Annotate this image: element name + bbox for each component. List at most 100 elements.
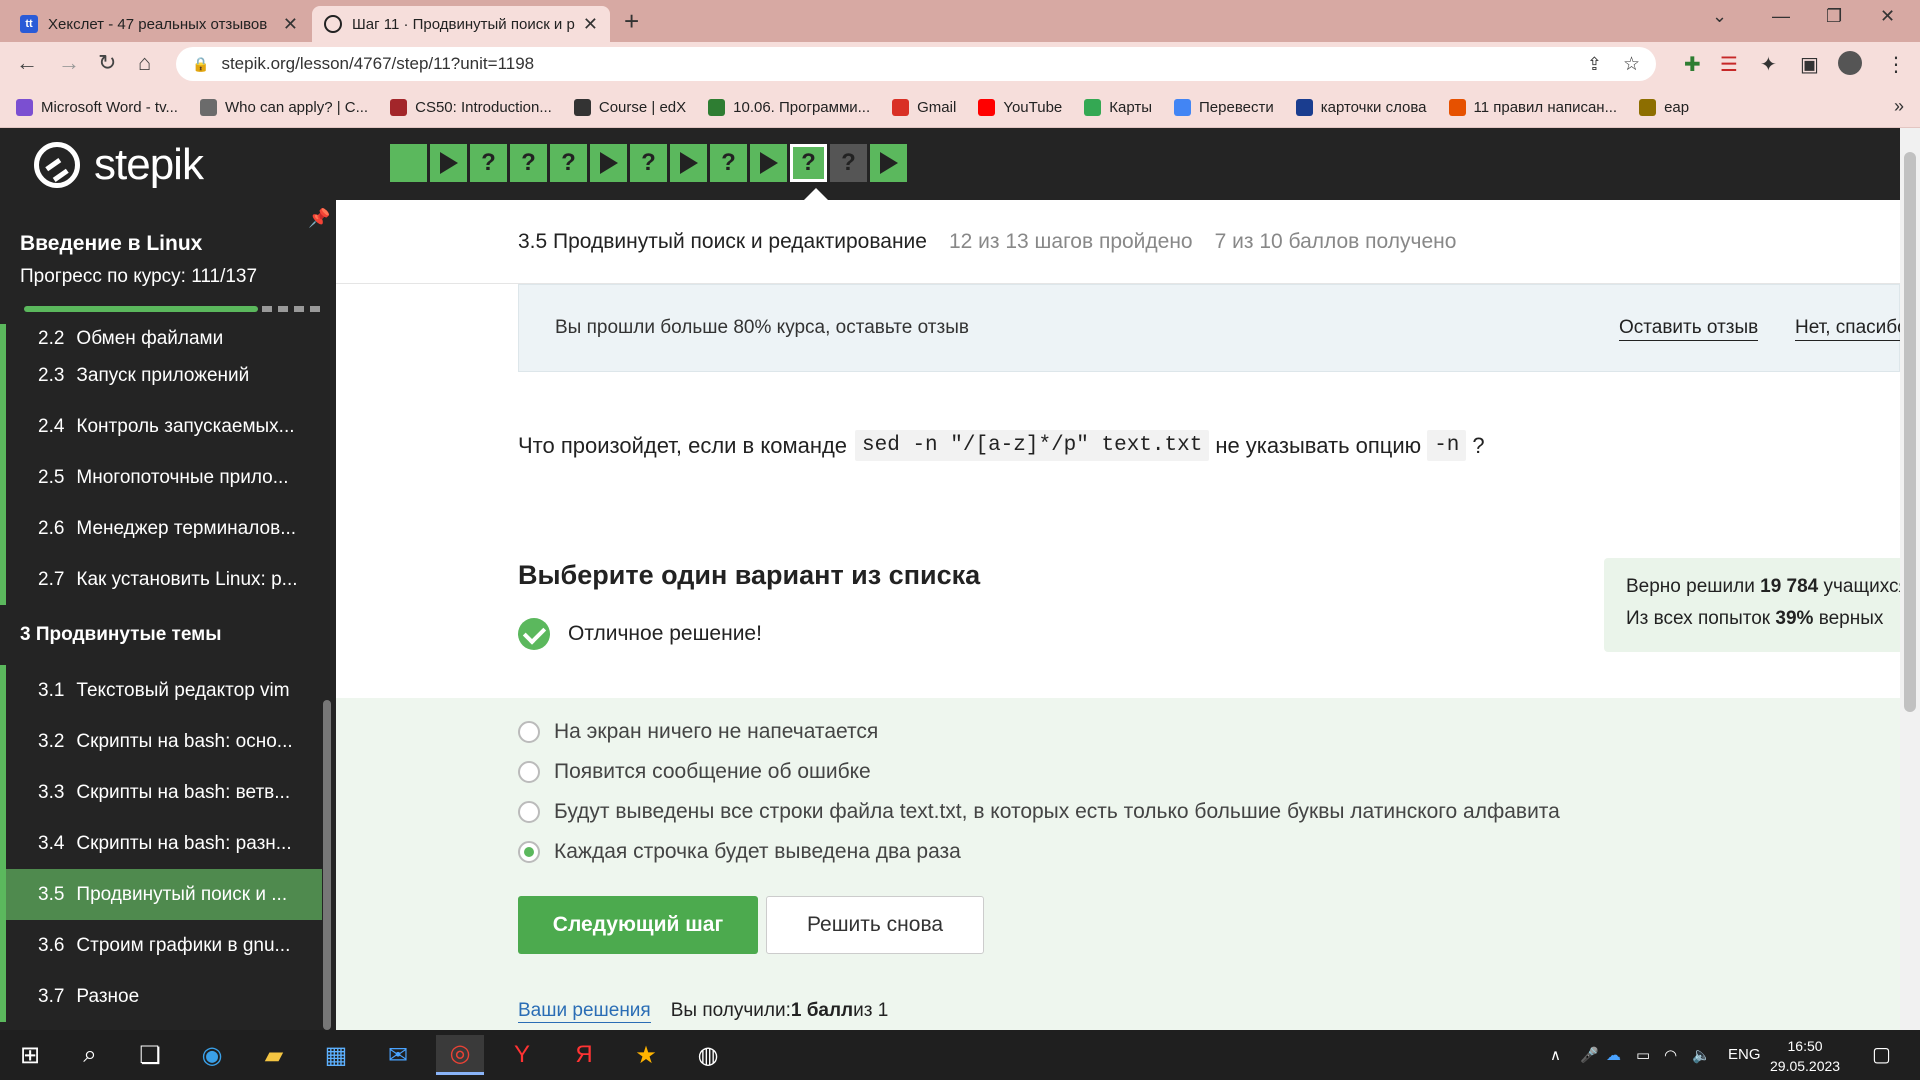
bookmark-item[interactable]: 10.06. Программи... xyxy=(708,99,870,116)
home-icon[interactable]: ⌂ xyxy=(138,50,151,76)
onedrive-icon[interactable]: ☁ xyxy=(1606,1046,1621,1064)
file-explorer-icon[interactable]: ▰ xyxy=(250,1035,298,1075)
sidebar-section-title[interactable]: 3 Продвинутые темы xyxy=(0,605,322,665)
side-panel-icon[interactable]: ▣ xyxy=(1800,52,1819,77)
bookmark-item[interactable]: Перевести xyxy=(1174,99,1274,116)
answer-option[interactable]: Каждая строчка будет выведена два раза xyxy=(518,840,961,864)
step-quiz-icon[interactable]: ? xyxy=(710,144,747,182)
chrome-icon[interactable]: ◎ xyxy=(436,1035,484,1075)
menu-dots-icon[interactable]: ⋮ xyxy=(1886,52,1906,77)
close-tab-icon[interactable]: ✕ xyxy=(583,14,598,35)
star-app-icon[interactable]: ★ xyxy=(622,1035,670,1075)
mail-icon[interactable]: ✉ xyxy=(374,1035,422,1075)
sidebar-item-lesson[interactable]: 2.6 Менеджер терминалов... xyxy=(0,503,322,554)
sidebar-item-lesson[interactable]: 2.4 Контроль запускаемых... xyxy=(0,401,322,452)
tab-hexlet[interactable]: tt Хекслет - 47 реальных отзывов ✕ xyxy=(8,6,310,42)
sidebar-scrollbar[interactable] xyxy=(323,700,331,1030)
back-arrow-icon[interactable]: ← xyxy=(16,50,38,76)
tray-chevron-icon[interactable]: ∧ xyxy=(1550,1046,1561,1064)
next-step-button[interactable]: Следующий шаг xyxy=(518,896,758,954)
tab-search-chevron-icon[interactable]: ⌄ xyxy=(1712,6,1727,27)
windows-start-icon[interactable]: ⊞ xyxy=(6,1035,54,1075)
radio-button[interactable] xyxy=(518,801,540,823)
answer-option[interactable]: На экран ничего не напечатается xyxy=(518,720,878,744)
store-icon[interactable]: ▦ xyxy=(312,1035,360,1075)
sidebar-item-lesson[interactable]: 3.3 Скрипты на bash: ветв... xyxy=(0,767,322,818)
radio-button[interactable] xyxy=(518,721,540,743)
step-quiz-icon[interactable]: ? xyxy=(550,144,587,182)
stepik-logo[interactable]: stepik xyxy=(34,140,204,190)
course-title[interactable]: Введение в Linux xyxy=(20,232,202,256)
bookmark-item[interactable]: YouTube xyxy=(978,99,1062,116)
tab-stepik[interactable]: Шаг 11 · Продвинутый поиск и р ✕ xyxy=(312,6,610,42)
step-video-icon[interactable] xyxy=(590,144,627,182)
share-icon[interactable]: ⇪ xyxy=(1587,54,1602,75)
task-view-icon[interactable]: ❏ xyxy=(126,1035,174,1075)
your-solutions-link[interactable]: Ваши решения xyxy=(518,1000,651,1023)
leave-review-link[interactable]: Оставить отзыв xyxy=(1619,317,1759,341)
restore-icon[interactable]: ❐ xyxy=(1826,6,1842,27)
yandex-icon[interactable]: Я xyxy=(560,1035,608,1075)
extension-translate-icon[interactable]: ☰ xyxy=(1720,52,1738,77)
forward-arrow-icon[interactable]: → xyxy=(58,50,80,76)
close-window-icon[interactable]: ✕ xyxy=(1880,6,1895,27)
pin-icon[interactable]: 📌 xyxy=(308,208,330,229)
wifi-icon[interactable]: ◠ xyxy=(1664,1046,1677,1064)
radio-button[interactable] xyxy=(518,841,540,863)
bookmark-item[interactable]: Карты xyxy=(1084,99,1152,116)
bookmark-item[interactable]: Who can apply? | C... xyxy=(199,99,368,116)
step-text-done[interactable] xyxy=(390,144,427,182)
new-tab-icon[interactable]: + xyxy=(624,6,639,37)
language-indicator[interactable]: ENG xyxy=(1728,1046,1761,1063)
no-thanks-link[interactable]: Нет, спасибо xyxy=(1795,317,1908,341)
extensions-puzzle-icon[interactable]: ✦ xyxy=(1760,52,1777,77)
bookmark-item[interactable]: CS50: Introduction... xyxy=(390,99,552,116)
sidebar-item-lesson[interactable]: 2.3 Запуск приложений xyxy=(0,350,322,401)
sidebar-item-lesson[interactable]: 2.5 Многопоточные прило... xyxy=(0,452,322,503)
step-video-icon[interactable] xyxy=(430,144,467,182)
bookmark-star-icon[interactable]: ☆ xyxy=(1623,53,1640,76)
sidebar-item-lesson[interactable]: 3.7 Разное xyxy=(0,971,322,1022)
clock[interactable]: 16:50 29.05.2023 xyxy=(1770,1036,1840,1076)
step-quiz-icon[interactable]: ? xyxy=(470,144,507,182)
yandex-browser-icon[interactable]: Y xyxy=(498,1035,546,1075)
minimize-icon[interactable]: — xyxy=(1772,6,1790,27)
url-field[interactable]: 🔒 stepik.org/lesson/4767/step/11?unit=11… xyxy=(176,47,1656,81)
profile-avatar[interactable] xyxy=(1838,51,1862,75)
stepik-app-icon[interactable]: ◍ xyxy=(684,1035,732,1075)
volume-icon[interactable]: 🔈 xyxy=(1692,1046,1711,1064)
answer-option[interactable]: Будут выведены все строки файла text.txt… xyxy=(518,800,1560,824)
step-quiz-icon[interactable]: ? xyxy=(630,144,667,182)
step-quiz-icon[interactable]: ? xyxy=(830,144,867,182)
step-quiz-icon[interactable]: ? xyxy=(790,144,827,182)
sidebar-item-lesson[interactable]: 3.4 Скрипты на bash: разн... xyxy=(0,818,322,869)
step-video-icon[interactable] xyxy=(750,144,787,182)
bookmark-item[interactable]: Microsoft Word - tv... xyxy=(16,99,178,116)
radio-button[interactable] xyxy=(518,761,540,783)
sidebar-item-lesson[interactable]: 3.1 Текстовый редактор vim xyxy=(0,665,322,716)
bookmarks-overflow-icon[interactable]: » xyxy=(1894,96,1904,117)
microphone-icon[interactable]: 🎤 xyxy=(1580,1046,1599,1064)
bookmark-item[interactable]: Course | edX xyxy=(573,99,686,116)
search-icon[interactable]: ⌕ xyxy=(66,1035,114,1075)
sidebar-item-lesson[interactable]: 2.2 Обмен файлами xyxy=(0,324,322,350)
bookmark-item[interactable]: 11 правил написан... xyxy=(1448,99,1617,116)
bookmark-item[interactable]: карточки слова xyxy=(1295,99,1427,116)
solve-again-button[interactable]: Решить снова xyxy=(766,896,984,954)
extension-plus-icon[interactable]: ✚ xyxy=(1684,52,1701,77)
answer-option[interactable]: Появится сообщение об ошибке xyxy=(518,760,871,784)
edge-icon[interactable]: ◉ xyxy=(188,1035,236,1075)
step-quiz-icon[interactable]: ? xyxy=(510,144,547,182)
sidebar-item-lesson[interactable]: 2.7 Как установить Linux: р... xyxy=(0,554,322,605)
page-scrollbar[interactable] xyxy=(1900,128,1920,1030)
close-tab-icon[interactable]: ✕ xyxy=(283,14,298,35)
sidebar-item-lesson[interactable]: 3.5 Продвинутый поиск и ... xyxy=(0,869,322,920)
bookmark-item[interactable]: eap xyxy=(1639,99,1689,116)
sidebar-item-lesson[interactable]: 3.6 Строим графики в gnu... xyxy=(0,920,322,971)
step-video-icon[interactable] xyxy=(670,144,707,182)
notifications-icon[interactable]: ▢ xyxy=(1872,1042,1891,1067)
reload-icon[interactable]: ↻ xyxy=(98,50,116,76)
battery-icon[interactable]: ▭ xyxy=(1636,1046,1650,1064)
sidebar-item-lesson[interactable]: 3.2 Скрипты на bash: осно... xyxy=(0,716,322,767)
step-video-icon[interactable] xyxy=(870,144,907,182)
